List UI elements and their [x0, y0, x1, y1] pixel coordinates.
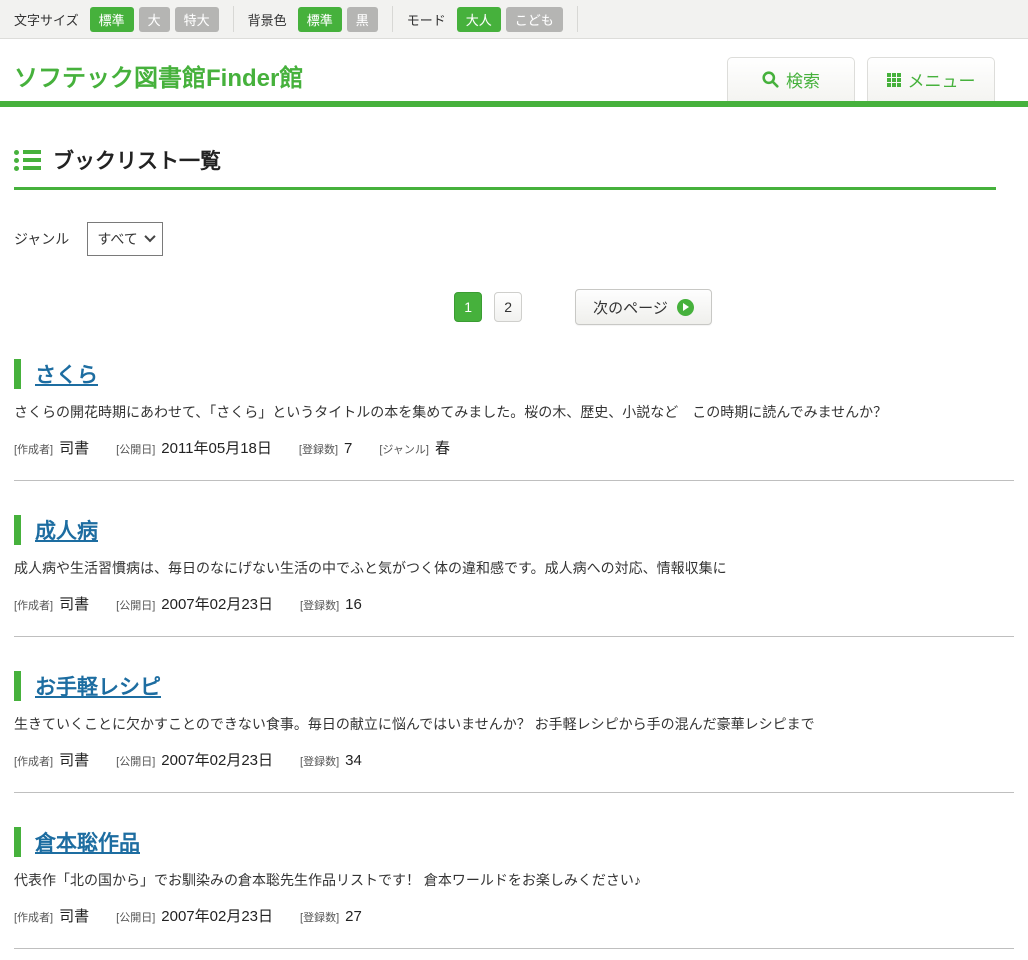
title-underline — [14, 187, 996, 190]
divider — [233, 6, 234, 32]
meta-value: 春 — [435, 437, 450, 458]
list-icon — [14, 150, 41, 171]
divider — [577, 6, 578, 32]
book-title-link[interactable]: 成人病 — [35, 515, 98, 545]
meta-value: 27 — [345, 908, 362, 925]
title-accent-bar — [14, 359, 21, 389]
mode-adult-button[interactable]: 大人 — [457, 7, 501, 32]
meta-value: 司書 — [59, 593, 89, 614]
meta-label: [公開日] — [116, 909, 155, 925]
page-number-2[interactable]: 2 — [494, 292, 522, 322]
book-title-link[interactable]: さくら — [35, 359, 98, 389]
book-list-item: 成人病 成人病や生活習慣病は、毎日のなにげない生活の中でふと気がつく体の違和感で… — [14, 481, 1014, 637]
mode-label: モード — [407, 10, 446, 29]
chevron-down-icon — [144, 230, 155, 241]
book-title-link[interactable]: 倉本聡作品 — [35, 827, 140, 857]
book-meta: [作成者] 司書 [公開日] 2007年02月23日 [登録数] 34 — [14, 749, 1014, 770]
accessibility-bar: 文字サイズ 標準 大 特大 背景色 標準 黒 モード 大人 こども — [0, 0, 1028, 39]
book-meta: [作成者] 司書 [公開日] 2011年05月18日 [登録数] 7 [ジャンル] 春 — [14, 437, 1014, 458]
meta-value: 司書 — [59, 749, 89, 770]
title-accent-bar — [14, 671, 21, 701]
book-title-link[interactable]: お手軽レシピ — [35, 671, 161, 701]
bg-standard-button[interactable]: 標準 — [298, 7, 342, 32]
book-list-item: さくら さくらの開花時期にあわせて、「さくら」というタイトルの本を集めてみました… — [14, 325, 1014, 481]
meta-label: [ジャンル] — [379, 441, 429, 457]
meta-value: 7 — [344, 440, 352, 457]
font-size-large-button[interactable]: 大 — [139, 7, 170, 32]
font-size-label: 文字サイズ — [14, 10, 79, 29]
site-title-link[interactable]: ソフテック図書館Finder館 — [14, 58, 303, 93]
meta-label: [作成者] — [14, 441, 53, 457]
book-meta: [作成者] 司書 [公開日] 2007年02月23日 [登録数] 27 — [14, 905, 1014, 926]
meta-label: [作成者] — [14, 753, 53, 769]
menu-button[interactable]: メニュー — [867, 57, 995, 101]
main-content: ブックリスト一覧 ジャンル すべて 1 2 次のページ さくら さくらの開花時期… — [0, 107, 1028, 949]
genre-filter-row: ジャンル すべて — [14, 222, 1014, 256]
meta-label: [公開日] — [116, 753, 155, 769]
book-list-item: お手軽レシピ 生きていくことに欠かすことのできない食事。毎日の献立に悩んではいま… — [14, 637, 1014, 793]
meta-label: [公開日] — [116, 597, 155, 613]
search-button-label: 検索 — [786, 67, 820, 92]
font-size-xlarge-button[interactable]: 特大 — [175, 7, 219, 32]
meta-value: 2007年02月23日 — [161, 593, 273, 614]
next-page-button[interactable]: 次のページ — [575, 289, 712, 325]
book-description: 生きていくことに欠かすことのできない食事。毎日の献立に悩んではいませんか？ お手… — [14, 714, 1014, 734]
meta-value: 2011年05月18日 — [161, 437, 272, 458]
arrow-right-icon — [677, 299, 694, 316]
meta-value: 16 — [345, 596, 362, 613]
meta-label: [作成者] — [14, 909, 53, 925]
page-title: ブックリスト一覧 — [53, 145, 221, 175]
meta-label: [登録数] — [300, 753, 339, 769]
font-size-group: 文字サイズ 標準 大 特大 — [14, 7, 219, 32]
meta-label: [登録数] — [300, 597, 339, 613]
book-list-item: 倉本聡作品 代表作「北の国から」でお馴染みの倉本聡先生作品リストです！ 倉本ワー… — [14, 793, 1014, 949]
title-accent-bar — [14, 827, 21, 857]
genre-select-value: すべて — [97, 229, 137, 249]
title-accent-bar — [14, 515, 21, 545]
meta-label: [公開日] — [116, 441, 155, 457]
next-page-label: 次のページ — [593, 297, 668, 318]
book-description: 成人病や生活習慣病は、毎日のなにげない生活の中でふと気がつく体の違和感です。成人… — [14, 558, 1014, 578]
meta-label: [登録数] — [300, 909, 339, 925]
meta-value: 2007年02月23日 — [161, 905, 273, 926]
menu-button-label: メニュー — [908, 67, 976, 92]
background-color-label: 背景色 — [248, 10, 287, 29]
mode-group: モード 大人 こども — [407, 7, 563, 32]
meta-value: 司書 — [59, 437, 89, 458]
divider — [392, 6, 393, 32]
meta-value: 34 — [345, 752, 362, 769]
site-header: ソフテック図書館Finder館 検索 メニュー — [0, 39, 1028, 101]
search-button[interactable]: 検索 — [727, 57, 855, 101]
meta-label: [作成者] — [14, 597, 53, 613]
bg-black-button[interactable]: 黒 — [347, 7, 378, 32]
page-number-1[interactable]: 1 — [454, 292, 482, 322]
genre-label: ジャンル — [14, 229, 69, 249]
meta-label: [登録数] — [299, 441, 338, 457]
book-meta: [作成者] 司書 [公開日] 2007年02月23日 [登録数] 16 — [14, 593, 1014, 614]
menu-grid-icon — [887, 73, 901, 87]
meta-value: 司書 — [59, 905, 89, 926]
pagination: 1 2 次のページ — [83, 289, 1028, 325]
background-color-group: 背景色 標準 黒 — [248, 7, 378, 32]
search-icon — [762, 71, 779, 88]
page-title-block: ブックリスト一覧 — [14, 107, 1014, 190]
meta-value: 2007年02月23日 — [161, 749, 273, 770]
book-description: 代表作「北の国から」でお馴染みの倉本聡先生作品リストです！ 倉本ワールドをお楽し… — [14, 870, 1014, 890]
book-description: さくらの開花時期にあわせて、「さくら」というタイトルの本を集めてみました。桜の木… — [14, 402, 1014, 422]
mode-kids-button[interactable]: こども — [506, 7, 563, 32]
genre-select[interactable]: すべて — [87, 222, 162, 256]
font-size-standard-button[interactable]: 標準 — [90, 7, 134, 32]
